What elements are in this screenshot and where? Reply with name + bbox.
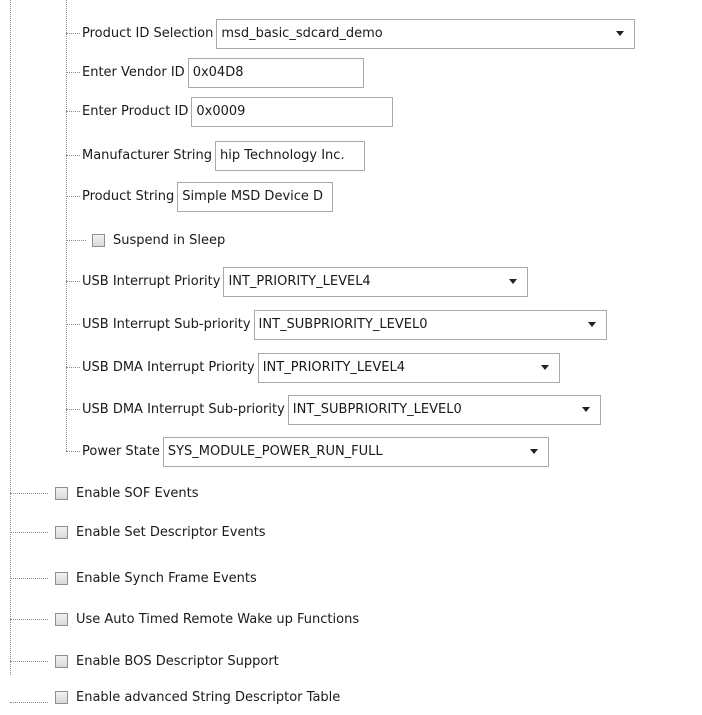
enable-sof-events-checkbox[interactable] <box>55 487 68 500</box>
tree-item-enable-sof-events[interactable]: Enable SOF Events <box>55 476 199 511</box>
checkbox-label: Enable BOS Descriptor Support <box>76 653 279 669</box>
tree-branch <box>66 281 80 282</box>
enable-bos-descriptor-support-checkbox[interactable] <box>55 655 68 668</box>
tree-item-enable-set-descriptor-events[interactable]: Enable Set Descriptor Events <box>55 515 266 550</box>
advanced-string-descriptor-table-checkbox[interactable] <box>55 691 68 704</box>
checkbox-label: Use Auto Timed Remote Wake up Functions <box>76 611 360 627</box>
dropdown-value: SYS_MODULE_POWER_RUN_FULL <box>167 444 383 459</box>
checkbox-label: Enable advanced String Descriptor Table <box>76 689 341 705</box>
dropdown-arrow-icon[interactable] <box>540 365 549 370</box>
tree-connector-nested <box>66 0 67 451</box>
vendor-id-input[interactable]: 0x04D8 <box>187 57 364 88</box>
tree-branch <box>10 619 48 620</box>
dropdown-arrow-icon[interactable] <box>529 449 538 454</box>
auto-timed-remote-wakeup-checkbox[interactable] <box>55 613 68 626</box>
tree-branch <box>66 240 86 241</box>
dropdown-value: INT_SUBPRIORITY_LEVEL0 <box>292 402 462 417</box>
tree-branch <box>10 702 48 703</box>
item-label: USB Interrupt Sub-priority <box>82 316 251 332</box>
item-label: USB DMA Interrupt Priority <box>82 359 255 375</box>
tree-item-product-string: Product String Simple MSD Device D <box>82 179 334 214</box>
tree-item-enable-synch-frame-events[interactable]: Enable Synch Frame Events <box>55 561 257 596</box>
tree-item-usb-dma-interrupt-sub-priority: USB DMA Interrupt Sub-priority INT_SUBPR… <box>82 392 601 427</box>
checkbox-label: Enable SOF Events <box>76 485 199 501</box>
tree-item-auto-timed-remote-wakeup[interactable]: Use Auto Timed Remote Wake up Functions <box>55 602 359 637</box>
item-label: Power State <box>82 443 160 459</box>
power-state-dropdown[interactable]: SYS_MODULE_POWER_RUN_FULL <box>162 436 549 467</box>
enable-synch-frame-events-checkbox[interactable] <box>55 572 68 585</box>
tree-item-usb-interrupt-priority: USB Interrupt Priority INT_PRIORITY_LEVE… <box>82 264 529 299</box>
suspend-in-sleep-checkbox[interactable] <box>92 234 105 247</box>
tree-item-enable-bos-descriptor-support[interactable]: Enable BOS Descriptor Support <box>55 644 279 679</box>
tree-branch <box>10 493 48 494</box>
tree-branch <box>10 578 48 579</box>
item-label: Enter Product ID <box>82 103 189 119</box>
usb-interrupt-priority-dropdown[interactable]: INT_PRIORITY_LEVEL4 <box>223 266 529 297</box>
dropdown-arrow-icon[interactable] <box>616 31 625 36</box>
tree-branch <box>66 409 80 410</box>
enable-set-descriptor-events-checkbox[interactable] <box>55 526 68 539</box>
tree-item-vendor-id: Enter Vendor ID 0x04D8 <box>82 55 364 90</box>
dropdown-value: INT_PRIORITY_LEVEL4 <box>262 360 405 375</box>
dropdown-value: msd_basic_sdcard_demo <box>221 26 383 41</box>
tree-branch <box>10 661 48 662</box>
product-id-selection-dropdown[interactable]: msd_basic_sdcard_demo <box>216 18 636 49</box>
tree-branch <box>10 532 48 533</box>
dropdown-arrow-icon[interactable] <box>587 322 596 327</box>
tree-branch <box>66 324 80 325</box>
dropdown-value: INT_PRIORITY_LEVEL4 <box>228 274 371 289</box>
tree-branch <box>66 33 80 34</box>
tree-branch <box>66 367 80 368</box>
tree-branch <box>66 196 80 197</box>
usb-dma-interrupt-priority-dropdown[interactable]: INT_PRIORITY_LEVEL4 <box>257 352 560 383</box>
item-label: Product String <box>82 188 175 204</box>
checkbox-label: Enable Synch Frame Events <box>76 570 257 586</box>
tree-branch <box>66 155 80 156</box>
manufacturer-string-input[interactable]: hip Technology Inc. <box>215 140 366 171</box>
tree-item-suspend-in-sleep[interactable]: Suspend in Sleep <box>92 223 225 258</box>
dropdown-arrow-icon[interactable] <box>581 407 590 412</box>
item-label: Manufacturer String <box>82 147 213 163</box>
dropdown-value: INT_SUBPRIORITY_LEVEL0 <box>258 317 428 332</box>
item-label: Product ID Selection <box>82 25 214 41</box>
usb-interrupt-sub-priority-dropdown[interactable]: INT_SUBPRIORITY_LEVEL0 <box>253 309 607 340</box>
product-string-input[interactable]: Simple MSD Device D <box>177 181 334 212</box>
tree-item-usb-interrupt-sub-priority: USB Interrupt Sub-priority INT_SUBPRIORI… <box>82 307 607 342</box>
tree-item-usb-dma-interrupt-priority: USB DMA Interrupt Priority INT_PRIORITY_… <box>82 350 560 385</box>
configuration-tree: Product ID Selection msd_basic_sdcard_de… <box>0 0 702 715</box>
input-value: 0x0009 <box>196 104 246 119</box>
checkbox-label: Enable Set Descriptor Events <box>76 524 266 540</box>
usb-dma-interrupt-sub-priority-dropdown[interactable]: INT_SUBPRIORITY_LEVEL0 <box>287 394 601 425</box>
tree-branch <box>66 451 80 452</box>
input-value: hip Technology Inc. <box>220 148 345 163</box>
item-label: USB DMA Interrupt Sub-priority <box>82 401 285 417</box>
item-label: USB Interrupt Priority <box>82 273 221 289</box>
tree-item-product-id: Enter Product ID 0x0009 <box>82 94 394 129</box>
tree-connector-root <box>10 0 11 675</box>
tree-item-advanced-string-descriptor-table[interactable]: Enable advanced String Descriptor Table <box>55 680 340 715</box>
dropdown-arrow-icon[interactable] <box>509 279 518 284</box>
input-value: 0x04D8 <box>192 65 244 80</box>
tree-branch <box>66 72 80 73</box>
input-value: Simple MSD Device D <box>182 189 324 204</box>
tree-item-power-state: Power State SYS_MODULE_POWER_RUN_FULL <box>82 434 549 469</box>
tree-item-product-id-selection: Product ID Selection msd_basic_sdcard_de… <box>82 16 636 51</box>
item-label: Enter Vendor ID <box>82 64 185 80</box>
tree-item-manufacturer-string: Manufacturer String hip Technology Inc. <box>82 138 366 173</box>
tree-branch <box>66 111 80 112</box>
product-id-input[interactable]: 0x0009 <box>191 96 394 127</box>
checkbox-label: Suspend in Sleep <box>113 232 226 248</box>
